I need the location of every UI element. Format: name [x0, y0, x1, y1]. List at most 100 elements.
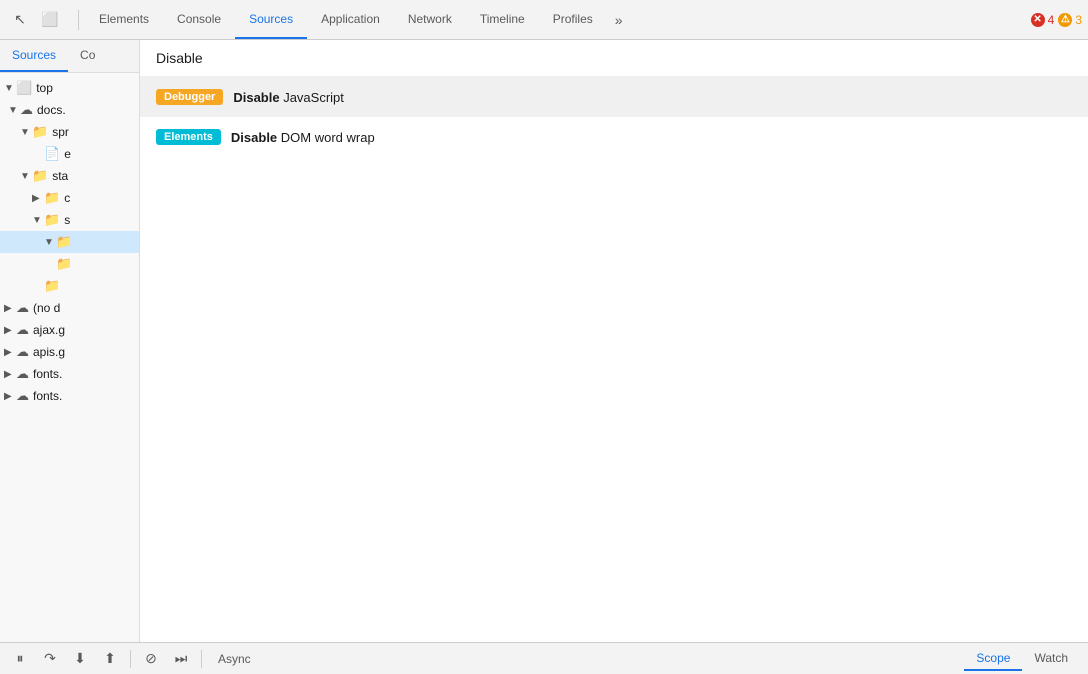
scope-tab[interactable]: Scope: [964, 647, 1022, 671]
arrow-c: ▶: [32, 193, 44, 204]
tab-profiles[interactable]: Profiles: [539, 0, 607, 39]
sidebar: Sources Co ▼ ⬜ top ▼ ☁ docs. ▼ 📁 spr ▼ 📄: [0, 40, 140, 642]
warning-count-badge: ⚠ 3: [1058, 13, 1082, 27]
bottom-divider-2: [201, 650, 202, 668]
tree-label-s: s: [64, 213, 70, 227]
async-label: Async: [210, 652, 259, 666]
arrow-nod: ▶: [4, 303, 16, 314]
tree-item-sub[interactable]: ▼ 📁: [0, 231, 139, 253]
tree-label-fonts1: fonts.: [33, 367, 62, 381]
watch-tab[interactable]: Watch: [1022, 647, 1080, 671]
step-into-button[interactable]: ⬇: [68, 647, 92, 671]
tree-item-spr[interactable]: ▼ 📁 spr: [0, 121, 139, 143]
error-count-badge: ✕ 4: [1031, 13, 1055, 27]
tree-label-spr: spr: [52, 125, 69, 139]
tree-label-ajax: ajax.g: [33, 323, 65, 337]
tree-item-fonts2[interactable]: ▶ ☁ fonts.: [0, 385, 139, 407]
devtools-toolbar: ↖ ⬜ Elements Console Sources Application…: [0, 0, 1088, 40]
disable-rest-2: DOM word wrap: [277, 130, 375, 145]
cloud-icon-fonts1: ☁: [16, 366, 29, 382]
toolbar-right: ✕ 4 ⚠ 3: [1031, 13, 1082, 27]
toolbar-divider: [78, 10, 79, 30]
arrow-spr: ▼: [20, 127, 32, 138]
tree-item-s[interactable]: ▼ 📁 s: [0, 209, 139, 231]
sidebar-tab-content[interactable]: Co: [68, 40, 107, 72]
cursor-icon[interactable]: ↖: [6, 6, 34, 34]
tree-item-fonts1[interactable]: ▶ ☁ fonts.: [0, 363, 139, 385]
cloud-icon-ajax: ☁: [16, 322, 29, 338]
tree-item-more2[interactable]: ▶ 📁: [0, 275, 139, 297]
tree-label-top: top: [36, 81, 53, 95]
cloud-icon-apis: ☁: [16, 344, 29, 360]
folder-icon-top: ⬜: [16, 80, 32, 96]
arrow-fonts1: ▶: [4, 369, 16, 380]
tree-label-fonts2: fonts.: [33, 389, 62, 403]
file-icon-e: 📄: [44, 146, 60, 162]
dropdown-item-debugger-js[interactable]: Debugger Disable JavaScript: [140, 77, 1088, 117]
tab-bar: Elements Console Sources Application Net…: [85, 0, 1031, 39]
error-circle-icon: ✕: [1031, 13, 1045, 27]
sidebar-tabs: Sources Co: [0, 40, 139, 73]
folder-icon-sta: 📁: [32, 168, 48, 184]
bottom-right: Scope Watch: [964, 647, 1080, 671]
search-text: Disable: [156, 50, 203, 66]
elements-badge: Elements: [156, 129, 221, 145]
tree-item-nod[interactable]: ▶ ☁ (no d: [0, 297, 139, 319]
folder-icon-spr: 📁: [32, 124, 48, 140]
tab-network[interactable]: Network: [394, 0, 466, 39]
tree-label-c: c: [64, 191, 70, 205]
arrow-fonts2: ▶: [4, 391, 16, 402]
disable-rest-1: JavaScript: [280, 90, 344, 105]
step-out-button[interactable]: ⬆: [98, 647, 122, 671]
tab-console[interactable]: Console: [163, 0, 235, 39]
cloud-icon-nod: ☁: [16, 300, 29, 316]
arrow-sta: ▼: [20, 171, 32, 182]
folder-icon-more2: 📁: [44, 278, 60, 294]
main-content: Sources Co ▼ ⬜ top ▼ ☁ docs. ▼ 📁 spr ▼ 📄: [0, 40, 1088, 642]
tree-item-c[interactable]: ▶ 📁 c: [0, 187, 139, 209]
pause-button[interactable]: ⏸: [8, 647, 32, 671]
arrow-docs: ▼: [8, 105, 20, 116]
tree-item-apis[interactable]: ▶ ☁ apis.g: [0, 341, 139, 363]
folder-icon-c: 📁: [44, 190, 60, 206]
tree-label-sta: sta: [52, 169, 68, 183]
tab-application[interactable]: Application: [307, 0, 394, 39]
tree-item-ajax[interactable]: ▶ ☁ ajax.g: [0, 319, 139, 341]
tree-label-apis: apis.g: [33, 345, 65, 359]
step-over-button[interactable]: ↷: [38, 647, 62, 671]
arrow-ajax: ▶: [4, 325, 16, 336]
tree-item-more[interactable]: ▶ 📁: [0, 253, 139, 275]
dropdown-text-elements: Disable DOM word wrap: [231, 130, 375, 145]
tree-item-e[interactable]: ▼ 📄 e: [0, 143, 139, 165]
deactivate-breakpoints-button[interactable]: ⊘: [139, 647, 163, 671]
folder-icon-more: 📁: [56, 256, 72, 272]
arrow-sub: ▼: [44, 237, 56, 248]
debugger-badge: Debugger: [156, 89, 223, 105]
toolbar-icons: ↖ ⬜: [6, 6, 64, 34]
overflow-button[interactable]: »: [607, 0, 631, 39]
tab-elements[interactable]: Elements: [85, 0, 163, 39]
bottom-divider-1: [130, 650, 131, 668]
search-bar: Disable: [140, 40, 1088, 77]
file-tree: ▼ ⬜ top ▼ ☁ docs. ▼ 📁 spr ▼ 📄 e ▼: [0, 73, 139, 642]
tree-item-top[interactable]: ▼ ⬜ top: [0, 77, 139, 99]
tree-label-nod: (no d: [33, 301, 60, 315]
tab-timeline[interactable]: Timeline: [466, 0, 539, 39]
cloud-icon-fonts2: ☁: [16, 388, 29, 404]
dropdown-text-debugger: Disable JavaScript: [233, 90, 344, 105]
long-resume-button[interactable]: ⏭: [169, 647, 193, 671]
tree-item-docs[interactable]: ▼ ☁ docs.: [0, 99, 139, 121]
warning-count-label: 3: [1075, 13, 1082, 27]
dropdown-item-elements-dom[interactable]: Elements Disable DOM word wrap: [140, 117, 1088, 157]
tree-label-docs: docs.: [37, 103, 66, 117]
arrow-top: ▼: [4, 83, 16, 94]
tree-item-sta[interactable]: ▼ 📁 sta: [0, 165, 139, 187]
folder-icon-sub: 📁: [56, 234, 72, 250]
dropdown-content: Debugger Disable JavaScript Elements Dis…: [140, 77, 1088, 157]
main-panel: Disable Debugger Disable JavaScript Elem…: [140, 40, 1088, 642]
tree-label-e: e: [64, 147, 71, 161]
inspect-icon[interactable]: ⬜: [36, 6, 64, 34]
arrow-apis: ▶: [4, 347, 16, 358]
sidebar-tab-sources[interactable]: Sources: [0, 40, 68, 72]
tab-sources[interactable]: Sources: [235, 0, 307, 39]
